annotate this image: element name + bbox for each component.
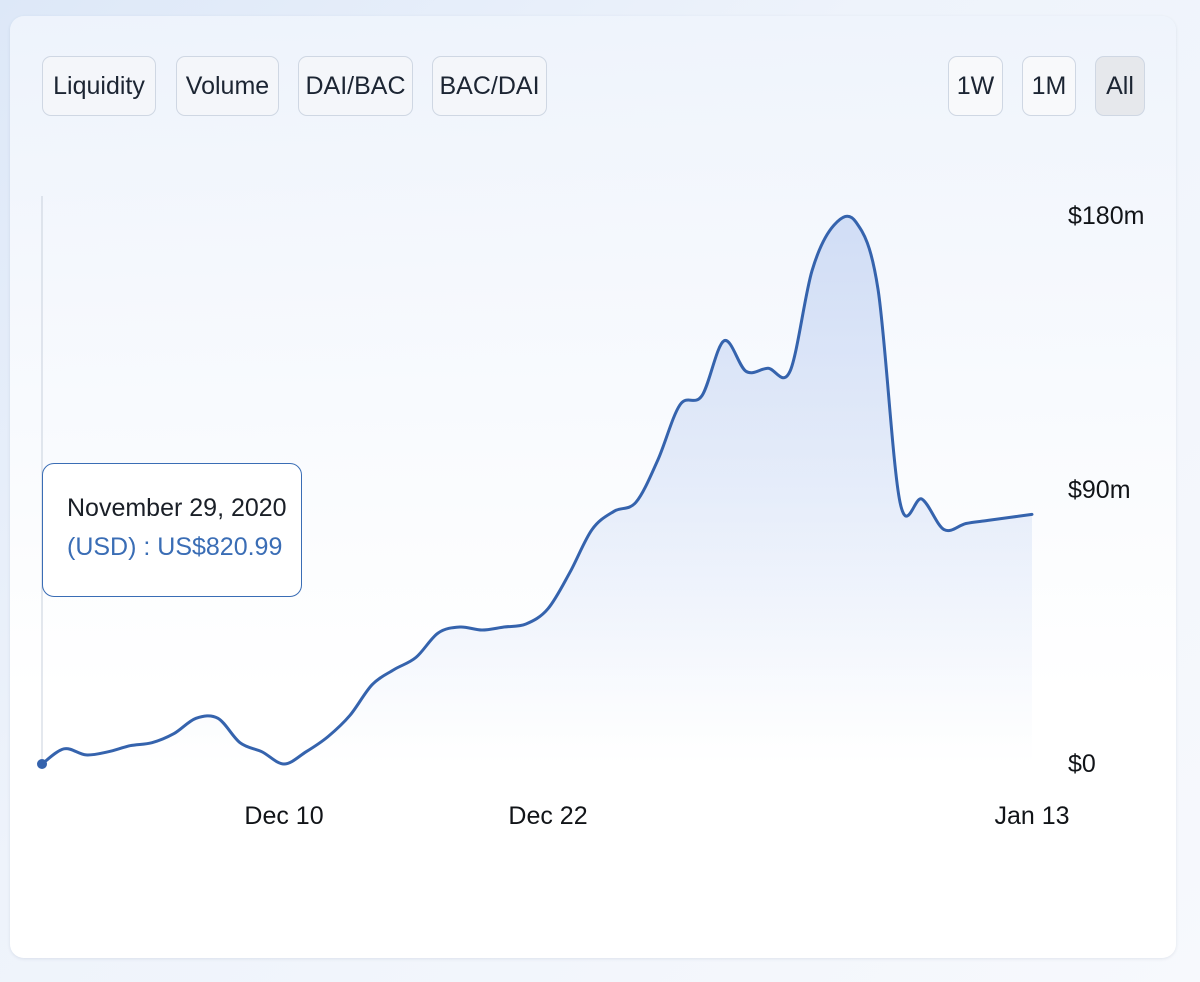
tooltip-value: (USD) : US$820.99: [67, 533, 283, 561]
x-tick-label: Jan 13: [994, 802, 1069, 830]
y-tick-label: $90m: [1068, 476, 1131, 504]
x-tick-label: Dec 22: [508, 802, 587, 830]
hover-point: [37, 759, 47, 769]
tooltip-date: November 29, 2020: [67, 494, 287, 522]
chart-tooltip: November 29, 2020 (USD) : US$820.99: [42, 463, 302, 597]
x-tick-label: Dec 10: [244, 802, 323, 830]
y-tick-label: $180m: [1068, 202, 1144, 230]
y-tick-label: $0: [1068, 750, 1096, 778]
chart-card: Liquidity Volume DAI/BAC BAC/DAI 1W 1M A…: [10, 16, 1176, 958]
